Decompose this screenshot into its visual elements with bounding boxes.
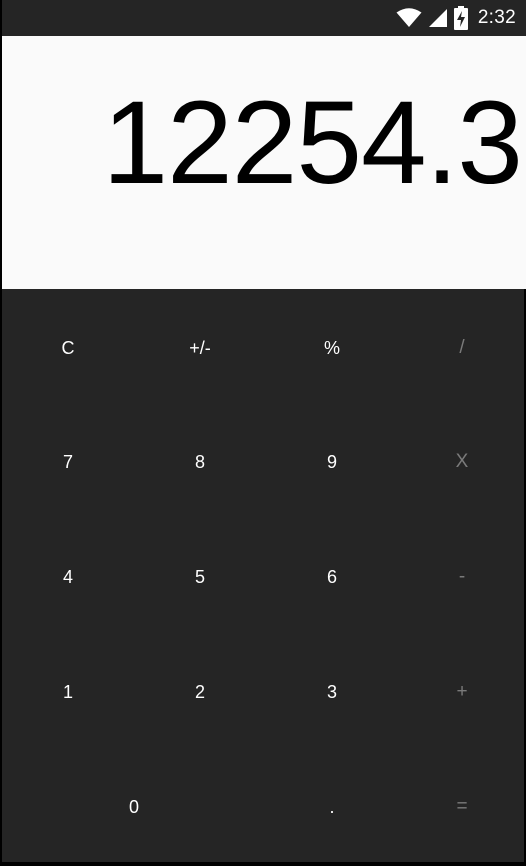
decimal-button[interactable]: .	[282, 777, 382, 837]
digit-3-button[interactable]: 3	[282, 662, 382, 722]
digit-0-button[interactable]: 0	[2, 777, 266, 837]
bottom-edge	[2, 862, 526, 864]
digit-7-button[interactable]: 7	[18, 432, 118, 492]
battery-charging-icon	[453, 6, 468, 30]
digit-4-button[interactable]: 4	[18, 547, 118, 607]
subtract-button[interactable]: -	[412, 547, 512, 607]
digit-5-button[interactable]: 5	[150, 547, 250, 607]
equals-button[interactable]: =	[412, 777, 512, 837]
digit-2-button[interactable]: 2	[150, 662, 250, 722]
digit-6-button[interactable]: 6	[282, 547, 382, 607]
percent-button[interactable]: %	[282, 318, 382, 378]
keypad: C +/- % / 7 8 9 X 4 5 6 - 1 2 3 + 0 . =	[2, 289, 526, 864]
multiply-button[interactable]: X	[412, 432, 512, 492]
status-icons: 2:32	[396, 6, 516, 30]
add-button[interactable]: +	[412, 662, 512, 722]
divide-button[interactable]: /	[412, 318, 512, 378]
calculator-app: 2:32 12254.3 C +/- % / 7 8 9 X 4 5 6 - 1…	[0, 0, 526, 866]
digit-9-button[interactable]: 9	[282, 432, 382, 492]
digit-8-button[interactable]: 8	[150, 432, 250, 492]
result-display: 12254.3	[2, 36, 526, 289]
sign-toggle-button[interactable]: +/-	[150, 318, 250, 378]
digit-1-button[interactable]: 1	[18, 662, 118, 722]
status-bar: 2:32	[2, 0, 526, 36]
clear-button[interactable]: C	[18, 318, 118, 378]
signal-icon	[428, 8, 448, 28]
wifi-icon	[396, 8, 422, 28]
display-value: 12254.3	[102, 77, 523, 209]
clock: 2:32	[477, 7, 516, 28]
